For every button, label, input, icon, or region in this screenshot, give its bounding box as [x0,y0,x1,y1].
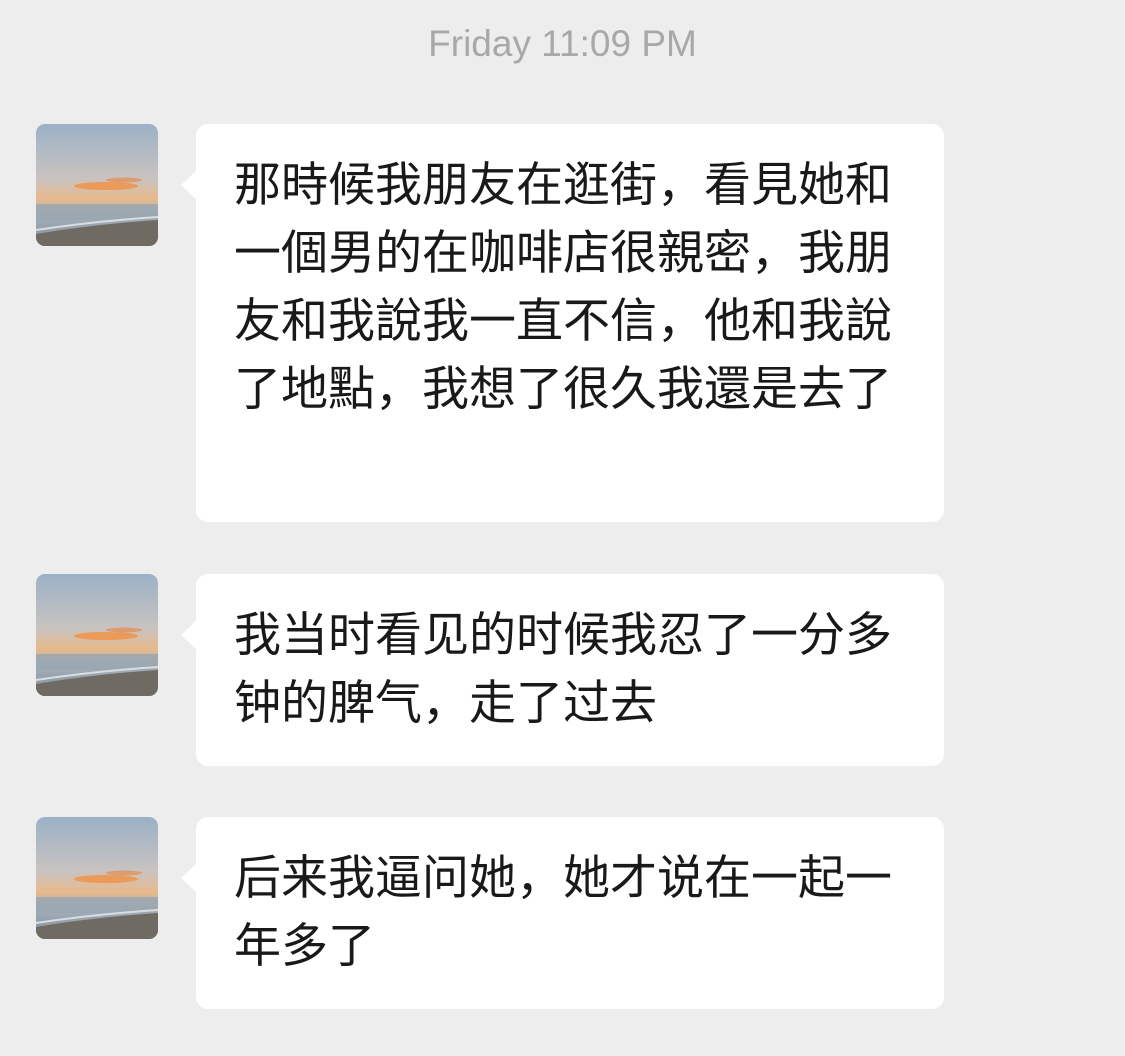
message-bubble[interactable]: 那時候我朋友在逛街，看見她和一個男的在咖啡店很親密，我朋友和我說我一直不信，他和… [181,124,944,522]
message-text: 后来我逼问她，她才说在一起一年多了 [234,851,892,974]
sunset-beach-avatar-image [36,817,158,939]
message-bubble[interactable]: 后来我逼问她，她才说在一起一年多了 [181,817,944,1009]
message-text: 我当时看见的时候我忍了一分多钟的脾气，走了过去 [234,608,892,731]
sunset-beach-avatar-image [36,124,158,246]
sunset-beach-avatar-image [36,574,158,696]
sender-avatar[interactable] [36,574,158,696]
message-text: 那時候我朋友在逛街，看見她和一個男的在咖啡店很親密，我朋友和我說我一直不信，他和… [234,158,892,417]
sender-avatar[interactable] [36,817,158,939]
chat-timestamp: Friday 11:09 PM [428,23,697,64]
message-bubble[interactable]: 我当时看见的时候我忍了一分多钟的脾气，走了过去 [181,574,944,766]
sender-avatar[interactable] [36,124,158,246]
